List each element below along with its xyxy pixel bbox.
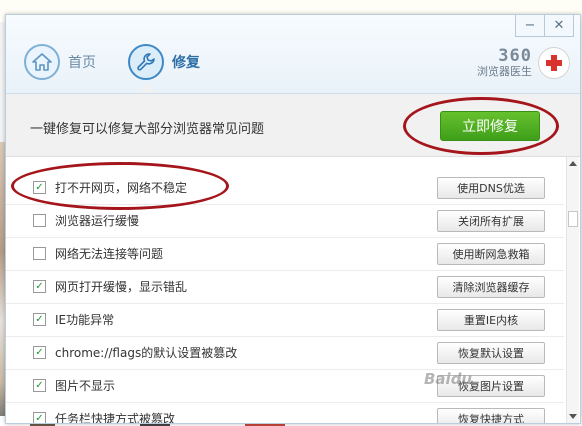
scroll-thumb[interactable] [568, 211, 578, 227]
issue-label: 浏览器运行缓慢 [55, 214, 140, 228]
tab-repair-label: 修复 [172, 55, 200, 71]
tab-home[interactable]: 首页 [24, 39, 96, 85]
issue-label: 图片不显示 [55, 379, 116, 393]
issue-fix-button[interactable]: 使用DNS优选 [437, 176, 545, 199]
issue-row: 浏览器运行缓慢 关闭所有扩展 [6, 204, 564, 238]
close-button[interactable]: ✕ [545, 15, 574, 37]
brand-number: 360 [498, 46, 532, 66]
check-icon: ✓ [35, 347, 44, 358]
repair-banner: 一键修复可以修复大部分浏览器常见问题 立即修复 [6, 94, 580, 157]
issue-fix-button[interactable]: 清除浏览器缓存 [437, 275, 545, 298]
issue-label: 网络无法连接等问题 [55, 247, 164, 261]
check-icon: ✓ [35, 281, 44, 292]
issue-fix-button[interactable]: 关闭所有扩展 [437, 209, 545, 232]
issue-checkbox[interactable]: ✓ [33, 379, 46, 392]
check-icon: ✓ [35, 314, 44, 325]
brand-subtitle: 浏览器医生 [477, 65, 532, 78]
issue-row: ✓ 图片不显示 恢复图片设置 [6, 369, 564, 403]
dialog-header: − ✕ 首页 修复 360 浏览器医生 [6, 15, 580, 94]
issue-fix-button[interactable]: 重置IE内核 [437, 308, 545, 331]
home-icon [24, 44, 60, 80]
issue-fix-button[interactable]: 使用断网急救箱 [437, 242, 545, 265]
issue-label: 任务栏快捷方式被篡改 [55, 412, 176, 423]
minimize-icon: − [524, 18, 536, 33]
check-icon: ✓ [35, 182, 44, 193]
active-tab-pointer [138, 84, 156, 93]
issue-checkbox[interactable]: ✓ [33, 181, 46, 194]
issue-fix-button[interactable]: 恢复默认设置 [437, 341, 545, 364]
issue-checkbox[interactable] [33, 247, 46, 260]
close-icon: ✕ [553, 18, 565, 33]
banner-description: 一键修复可以修复大部分浏览器常见问题 [30, 122, 265, 137]
medical-cross-icon [538, 47, 570, 79]
issue-row: ✓ 打不开网页，网络不稳定 使用DNS优选 [6, 171, 564, 205]
check-icon: ✓ [35, 413, 44, 423]
issue-label: IE功能异常 [55, 313, 115, 327]
issue-row: ✓ IE功能异常 重置IE内核 [6, 303, 564, 337]
issue-fix-button[interactable]: 恢复快捷方式 [437, 407, 545, 423]
browser-doctor-dialog: − ✕ 首页 修复 360 浏览器医生 一键修复可以修复大部分浏览器常见问题 立… [5, 14, 581, 424]
wrench-icon [128, 44, 164, 80]
issue-checkbox[interactable] [33, 214, 46, 227]
brand-360-doctor: 360 浏览器医生 [477, 47, 570, 79]
issue-list: ✓ 打不开网页，网络不稳定 使用DNS优选浏览器运行缓慢 关闭所有扩展网络无法连接等问… [6, 157, 564, 423]
issue-label: 打不开网页，网络不稳定 [55, 181, 188, 195]
window-controls: − ✕ [515, 15, 574, 37]
issue-row: 网络无法连接等问题 使用断网急救箱 [6, 237, 564, 271]
repair-now-button[interactable]: 立即修复 [440, 111, 540, 141]
check-icon: ✓ [35, 380, 44, 391]
watermark: Baidu [424, 370, 473, 388]
issue-checkbox[interactable]: ✓ [33, 346, 46, 359]
issue-checkbox[interactable]: ✓ [33, 313, 46, 326]
issue-row: ✓ 网页打开缓慢，显示错乱 清除浏览器缓存 [6, 270, 564, 304]
tab-home-label: 首页 [68, 55, 96, 71]
issue-row: ✓ 任务栏快捷方式被篡改 恢复快捷方式 [6, 402, 564, 423]
scrollbar[interactable] [566, 157, 579, 423]
minimize-button[interactable]: − [515, 15, 545, 37]
issue-label: chrome://flags的默认设置被篡改 [55, 346, 238, 360]
issue-row: ✓ chrome://flags的默认设置被篡改 恢复默认设置 [6, 336, 564, 370]
issue-checkbox[interactable]: ✓ [33, 280, 46, 293]
tab-repair[interactable]: 修复 [128, 39, 200, 85]
issue-label: 网页打开缓慢，显示错乱 [55, 280, 188, 294]
scroll-down-icon[interactable] [569, 414, 577, 419]
issue-checkbox[interactable]: ✓ [33, 412, 46, 423]
scroll-up-icon[interactable] [569, 161, 577, 166]
